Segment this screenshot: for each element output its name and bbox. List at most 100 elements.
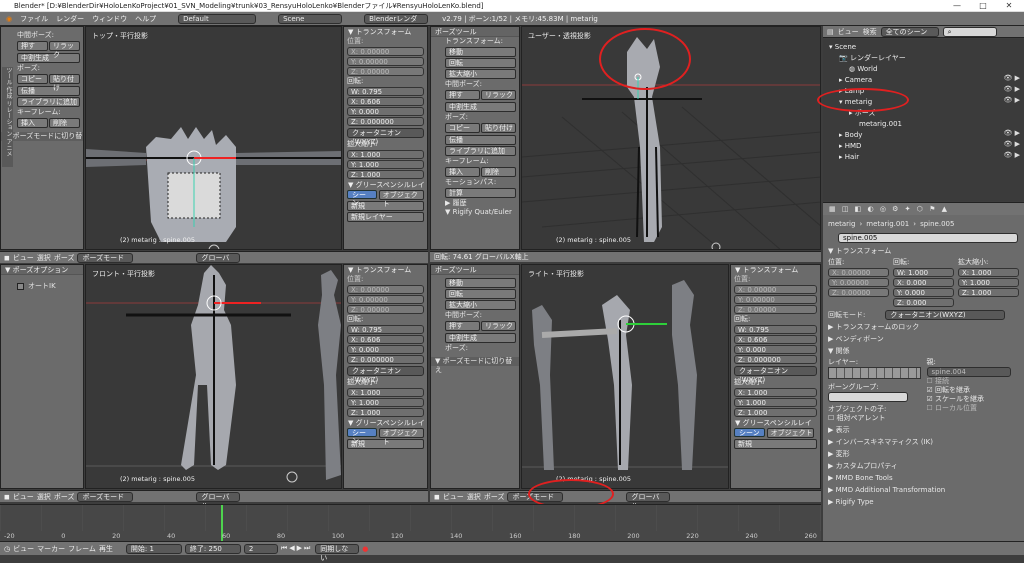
move-button[interactable]: 移動 xyxy=(445,47,516,57)
rot-x-field[interactable]: X: 0.606 xyxy=(347,335,424,344)
bone-group-field[interactable] xyxy=(828,392,908,402)
menu-view[interactable]: ビュー xyxy=(443,492,464,502)
bendy-bones-section[interactable]: ▶ ベンディボーン xyxy=(828,335,1019,344)
viewport-front[interactable]: フロント・平行投影 (2) metarig : spine.005 xyxy=(85,264,342,489)
outliner-item-body[interactable]: ▸ Body xyxy=(829,130,1024,141)
rot-z-field[interactable]: Z: 0.000000 xyxy=(734,355,817,364)
copy-pose-button[interactable]: コピー xyxy=(445,123,480,133)
outliner-search-input[interactable]: ⌕ xyxy=(942,26,997,37)
maximize-icon[interactable]: □ xyxy=(970,0,996,12)
pose-options-header[interactable]: ▼ ポーズオプション xyxy=(1,265,83,275)
copy-pose-button[interactable]: コピー xyxy=(17,74,48,84)
paste-pose-button[interactable]: 貼り付け xyxy=(481,123,516,133)
inherit-rotation-checkbox[interactable]: ☑ 回転を継承 xyxy=(927,386,1020,395)
mmd-bone-tools-section[interactable]: ▶ MMD Bone Tools xyxy=(828,474,1019,483)
scale-z-field[interactable]: Z: 1.000 xyxy=(734,408,817,417)
rot-y-field[interactable]: Y: 0.000 xyxy=(347,345,424,354)
bone-rot-z[interactable]: Z: 0.000 xyxy=(893,298,954,307)
menu-pose[interactable]: ポーズ xyxy=(54,492,75,502)
loc-y-field[interactable]: Y: 0.00000 xyxy=(347,57,424,66)
timeline-menu-playback[interactable]: 再生 xyxy=(99,544,113,554)
add-to-library-button[interactable]: ライブラリに追加 xyxy=(445,146,516,156)
loc-y-field[interactable]: Y: 0.00000 xyxy=(734,295,817,304)
viewport-user-perspective[interactable]: ユーザー・透視投影 (2) metarig : spine.005 xyxy=(521,26,821,250)
bone-loc-x[interactable]: X: 0.00000 xyxy=(828,268,889,277)
scene-button[interactable]: シーン xyxy=(347,428,377,445)
transform-section[interactable]: ▼ トランスフォーム xyxy=(828,247,1019,256)
orientation-select[interactable]: グローバル xyxy=(196,252,241,271)
pose-mode-toggle-panel[interactable]: ▼ ポーズモードに切り替え xyxy=(1,132,83,149)
scale-y-field[interactable]: Y: 1.000 xyxy=(347,160,424,169)
view3d-icon[interactable]: ◼ xyxy=(4,493,10,501)
loc-y-field[interactable]: Y: 0.00000 xyxy=(347,295,424,304)
outliner-item-world[interactable]: ◍ World xyxy=(829,64,1024,75)
scale-z-field[interactable]: Z: 1.000 xyxy=(347,408,424,417)
visibility-icons[interactable]: 👁 ▶ 👁 ▶ 👁 ▶ 👁 ▶ 👁 ▶ 👁 ▶ xyxy=(1004,73,1021,161)
bone-scale-y[interactable]: Y: 1.000 xyxy=(958,278,1019,287)
rot-z-field[interactable]: Z: 0.000000 xyxy=(347,117,424,126)
delete-keyframe-button[interactable]: 削除 xyxy=(49,118,80,128)
bone-rot-w[interactable]: W: 1.000 xyxy=(893,268,954,277)
calculate-button[interactable]: 計算 xyxy=(445,188,516,198)
relative-parent-checkbox[interactable]: ☐ 相対ペアレント xyxy=(828,414,921,423)
loc-x-field[interactable]: X: 0.00000 xyxy=(347,47,424,56)
minimize-icon[interactable]: — xyxy=(944,0,970,12)
inherit-scale-checkbox[interactable]: ☑ スケールを継承 xyxy=(927,395,1020,404)
relax-button[interactable]: リラック xyxy=(481,321,516,331)
relax-button[interactable]: リラック xyxy=(481,90,516,100)
view3d-icon[interactable]: ◼ xyxy=(434,493,440,501)
menu-window[interactable]: ウィンドウ xyxy=(92,14,127,24)
rotate-button[interactable]: 回転 xyxy=(445,289,516,299)
properties-tabs[interactable]: ▦ ◫ ◧ ◐ ◎ ⚙ ✦ ⬡ ⚑ ▲ xyxy=(823,202,1024,215)
propagate-button[interactable]: 伝播 xyxy=(17,86,80,96)
mode-select[interactable]: ポーズモード xyxy=(77,252,134,263)
render-engine-select[interactable]: Blenderレンダー xyxy=(364,13,429,32)
insert-keyframe-button[interactable]: 挿入 xyxy=(445,167,480,177)
outliner-icon[interactable]: ▤ xyxy=(827,28,834,36)
rotation-mode-select[interactable]: クォータニオン(WXYZ) xyxy=(347,128,424,146)
playback-controls-icon[interactable]: ⏮◀▶⏭ xyxy=(281,544,312,553)
rot-w-field[interactable]: W: 0.795 xyxy=(347,325,424,334)
add-to-library-button[interactable]: ライブラリに追加 xyxy=(17,97,80,107)
outliner-item-hmd[interactable]: ▸ HMD xyxy=(829,141,1024,152)
move-button[interactable]: 移動 xyxy=(445,278,516,288)
rigify-panel[interactable]: ▼ Rigify Quat/Euler xyxy=(431,208,519,217)
scale-button[interactable]: 拡大縮小 xyxy=(445,300,516,310)
timeline-menu-marker[interactable]: マーカー xyxy=(37,544,65,554)
scene-button[interactable]: シーン xyxy=(734,428,765,437)
local-location-checkbox[interactable]: ☐ ローカル位置 xyxy=(927,404,1020,413)
relations-section[interactable]: ▼ 関係 xyxy=(828,347,1019,356)
relax-button[interactable]: リラック xyxy=(49,41,80,59)
loc-x-field[interactable]: X: 0.00000 xyxy=(347,285,424,294)
menu-select[interactable]: 選択 xyxy=(467,492,481,502)
loc-z-field[interactable]: Z: 0.00000 xyxy=(734,305,817,314)
parent-field[interactable]: spine.004 xyxy=(926,367,1011,377)
menu-view[interactable]: ビュー xyxy=(13,492,34,502)
record-icon[interactable]: ● xyxy=(362,545,368,553)
timeline-menu-view[interactable]: ビュー xyxy=(13,544,34,554)
rot-x-field[interactable]: X: 0.606 xyxy=(347,97,424,106)
connected-checkbox[interactable]: ☐ 接続 xyxy=(927,377,1020,386)
bone-rotation-mode-select[interactable]: クォータニオン(WXYZ) xyxy=(885,310,1006,320)
scale-x-field[interactable]: X: 1.000 xyxy=(347,150,424,159)
transform-panel-header[interactable]: ▼ トランスフォーム xyxy=(731,265,820,275)
outliner-item-metarig-001[interactable]: metarig.001 xyxy=(829,119,1024,130)
viewport-right[interactable]: ライト・平行投影 (2) metarig : spine.005 xyxy=(521,264,729,489)
viewport-top[interactable]: トップ・平行投影 (2) metarig : spine.005 xyxy=(85,26,342,250)
loc-z-field[interactable]: Z: 0.00000 xyxy=(347,67,424,76)
scale-y-field[interactable]: Y: 1.000 xyxy=(347,398,424,407)
rot-w-field[interactable]: W: 0.795 xyxy=(347,87,424,96)
push-button[interactable]: 押す xyxy=(445,90,480,100)
timeline[interactable]: -20 0 20 40 60 80 100 120 140 160 180 20… xyxy=(0,504,821,542)
rotation-mode-select[interactable]: クォータニオン(WXYZ) xyxy=(734,366,817,384)
menu-select[interactable]: 選択 xyxy=(37,253,51,263)
menu-pose[interactable]: ポーズ xyxy=(54,253,75,263)
bone-rot-y[interactable]: Y: 0.000 xyxy=(893,288,954,297)
scene-button[interactable]: シーン xyxy=(347,190,377,207)
push-button[interactable]: 押す xyxy=(445,321,480,331)
breakdown-button[interactable]: 中割生成 xyxy=(445,102,516,112)
ik-section[interactable]: ▶ インバースキネマティクス (IK) xyxy=(828,438,1019,447)
breakdown-button[interactable]: 中割生成 xyxy=(17,53,80,63)
insert-keyframe-button[interactable]: 挿入 xyxy=(17,118,48,128)
rot-y-field[interactable]: Y: 0.000 xyxy=(347,107,424,116)
